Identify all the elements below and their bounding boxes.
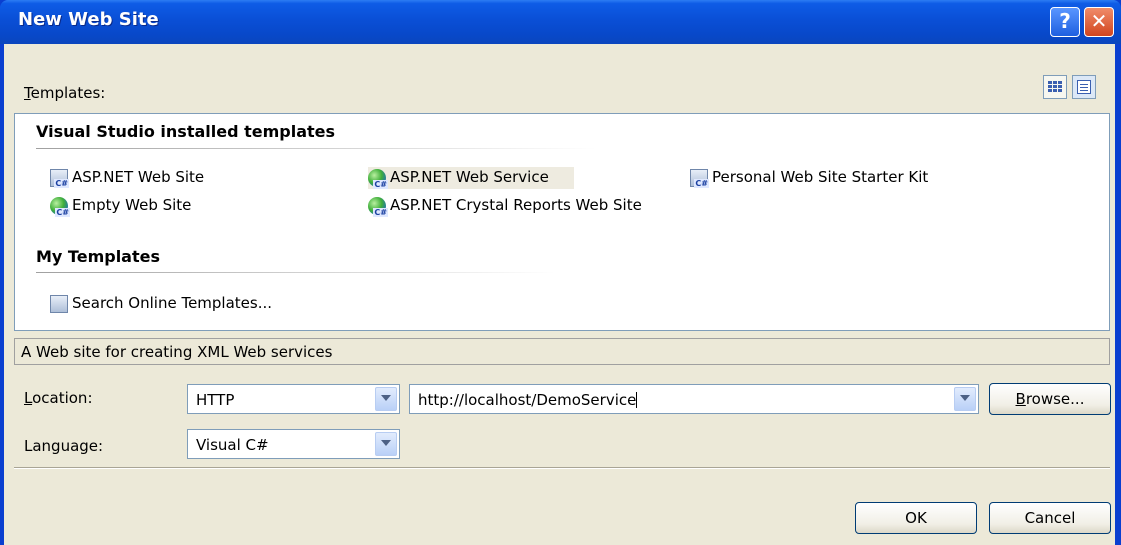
chevron-down-icon[interactable] (375, 432, 397, 456)
template-description: A Web site for creating XML Web services (14, 338, 1110, 365)
website-icon: C# (50, 169, 69, 188)
description-text: A Web site for creating XML Web services (21, 343, 333, 361)
installed-templates-header: Visual Studio installed templates (36, 122, 336, 141)
cancel-button[interactable]: Cancel (989, 502, 1111, 534)
chevron-down-icon[interactable] (375, 387, 397, 411)
dialog-title: New Web Site (18, 9, 159, 30)
language-label: Language: (24, 437, 104, 455)
search-online-icon (50, 295, 68, 313)
help-icon[interactable]: ? (1050, 7, 1080, 37)
my-templates-divider (36, 272, 556, 273)
title-bar[interactable]: New Web Site ? ✕ (0, 0, 1121, 44)
template-label: Empty Web Site (72, 196, 192, 214)
crystal-reports-icon: C# (368, 197, 388, 217)
template-label: ASP.NET Crystal Reports Web Site (390, 196, 642, 214)
empty-website-icon: C# (50, 197, 70, 217)
location-type-value: HTTP (196, 391, 235, 409)
small-icons-view-icon (1077, 80, 1091, 94)
button-separator (14, 467, 1110, 469)
ok-button[interactable]: OK (855, 502, 977, 534)
location-label: Location: (24, 389, 93, 407)
chevron-down-icon[interactable] (954, 387, 976, 411)
browse-button[interactable]: Browse... (989, 383, 1111, 415)
template-aspnet-web-service[interactable]: C# ASP.NET Web Service (368, 167, 574, 189)
templates-label-rest: emplates: (30, 84, 106, 102)
text-caret (636, 392, 638, 408)
template-label: Search Online Templates... (72, 294, 273, 312)
location-path-input[interactable]: http://localhost/DemoService (409, 384, 979, 414)
language-select[interactable]: Visual C# (187, 429, 400, 459)
my-templates-header: My Templates (36, 247, 160, 266)
new-web-site-dialog: New Web Site ? ✕ Templates: Visual Studi… (0, 0, 1121, 545)
location-path-text: http://localhost/DemoService (418, 391, 637, 409)
webservice-icon: C# (368, 169, 388, 189)
installed-header-divider (36, 148, 596, 149)
template-label: ASP.NET Web Site (72, 168, 205, 186)
template-label: ASP.NET Web Service (390, 168, 549, 186)
small-icons-view-button[interactable] (1072, 75, 1096, 99)
templates-label-accesskey: T (24, 84, 31, 102)
large-icons-view-button[interactable] (1043, 75, 1067, 99)
templates-label: Templates: (24, 84, 105, 102)
template-label: Personal Web Site Starter Kit (712, 168, 929, 186)
location-type-select[interactable]: HTTP (187, 384, 400, 414)
starterkit-icon: C# (690, 169, 709, 188)
large-icons-view-icon (1048, 81, 1062, 92)
language-value: Visual C# (196, 436, 269, 454)
location-path-value: http://localhost/DemoService (418, 391, 638, 409)
close-icon[interactable]: ✕ (1084, 7, 1114, 37)
